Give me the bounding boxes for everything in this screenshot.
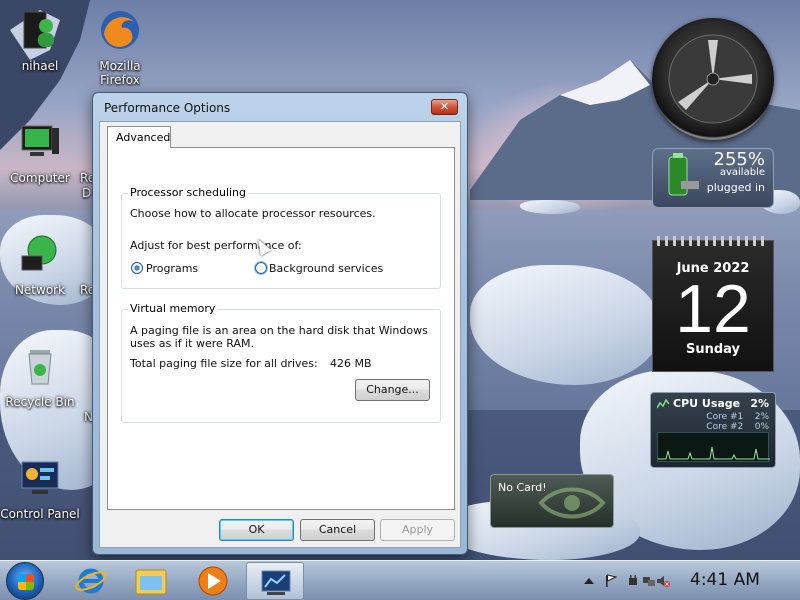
desktop-icon-firefox[interactable]: Mozilla Firefox	[80, 8, 160, 87]
cpu-graph-icon	[657, 399, 669, 409]
apply-button[interactable]: Apply	[380, 519, 455, 541]
cpu-history-graph	[657, 432, 770, 462]
core-label: Core #1	[706, 412, 744, 422]
desktop-icon-network[interactable]: Network	[0, 232, 80, 297]
windows-explorer-icon	[135, 569, 167, 595]
desktop-icon-user[interactable]: nihael	[0, 8, 80, 73]
cancel-button[interactable]: Cancel	[300, 519, 375, 541]
action-center-flag-icon[interactable]	[604, 574, 618, 588]
core-row: Core #1 2%	[706, 412, 769, 422]
desktop-icon-recycle-bin[interactable]: Recycle Bin	[0, 344, 80, 409]
cpu-meter-gadget[interactable]: CPU Usage 2% Core #1 2% Core #2 0%	[650, 392, 776, 468]
nvidia-gadget[interactable]: No Card!	[490, 474, 614, 528]
core-label: Core #2	[706, 422, 744, 432]
desktop-icon-label: Network	[14, 283, 66, 297]
start-button[interactable]	[6, 562, 44, 600]
battery-gadget[interactable]: 255% available plugged in	[652, 148, 774, 208]
performance-options-dialog[interactable]: Performance Options ✕ Advanced Processor…	[92, 92, 468, 555]
calendar-weekday: Sunday	[685, 342, 741, 357]
battery-state: plugged in	[706, 181, 765, 194]
clock-hands-icon	[668, 34, 758, 124]
volume-muted-icon[interactable]	[656, 574, 670, 588]
paging-total-label: Total paging file size for all drives:	[130, 357, 318, 370]
core-value: 0%	[754, 422, 769, 432]
ok-button[interactable]: OK	[219, 519, 294, 541]
desktop-icon-label: Recycle Bin	[5, 395, 75, 409]
battery-status: available	[719, 167, 765, 178]
network-tray-icon[interactable]	[642, 574, 656, 588]
network-icon	[21, 235, 57, 271]
cpu-title: CPU Usage	[673, 397, 741, 410]
paging-total-value: 426 MB	[330, 357, 372, 370]
battery-icon	[668, 153, 699, 196]
core-value: 2%	[754, 412, 769, 422]
dialog-body: Advanced Processor scheduling Choose how…	[99, 121, 461, 548]
desktop-icon-computer[interactable]: Computer	[0, 120, 80, 185]
virtual-memory-description: A paging file is an area on the hard dis…	[130, 324, 428, 350]
group-legend: Processor scheduling	[128, 186, 249, 199]
taskbar-ie[interactable]	[62, 562, 120, 600]
desktop-icon-label: Computer	[10, 171, 70, 185]
cpu-total: 2%	[750, 397, 769, 410]
tab-advanced[interactable]: Advanced	[107, 126, 171, 148]
desktop-icon-label: Control Panel	[0, 507, 80, 521]
user-folder-icon	[23, 11, 54, 49]
clock-gadget[interactable]	[652, 18, 774, 140]
background-services-radio[interactable]	[255, 262, 267, 274]
performance-options-icon	[261, 570, 291, 595]
dialog-title: Performance Options	[104, 101, 231, 115]
show-hidden-icons-icon[interactable]	[582, 574, 596, 588]
taskbar-performance-options[interactable]	[246, 562, 304, 600]
taskbar-explorer[interactable]	[122, 562, 180, 600]
change-button[interactable]: Change...	[355, 379, 430, 401]
media-player-icon	[198, 566, 228, 596]
firefox-icon	[101, 11, 139, 49]
tab-panel-advanced: Processor scheduling Choose how to alloc…	[107, 147, 455, 510]
background-services-label[interactable]: Background services	[269, 262, 383, 275]
windows-logo-icon	[18, 574, 34, 590]
taskbar: 4:41 AM	[0, 560, 800, 600]
close-button[interactable]: ✕	[431, 99, 458, 115]
desktop-icon-control-panel[interactable]: Control Panel	[0, 456, 80, 521]
recycle-bin-icon	[28, 350, 52, 385]
group-legend: Virtual memory	[128, 302, 218, 315]
desktop-icon-label: Mozilla Firefox	[99, 59, 141, 87]
calendar-gadget[interactable]: June 2022 12 Sunday	[652, 236, 774, 372]
processor-description: Choose how to allocate processor resourc…	[130, 207, 376, 220]
computer-icon	[21, 125, 59, 156]
control-panel-icon	[21, 461, 59, 494]
calendar-rings	[657, 236, 769, 246]
internet-explorer-icon	[75, 568, 107, 594]
power-plug-icon[interactable]	[626, 574, 640, 588]
processor-scheduling-group: Processor scheduling Choose how to alloc…	[121, 186, 441, 289]
taskbar-clock[interactable]: 4:41 AM	[690, 570, 760, 590]
adjust-label: Adjust for best performance of:	[130, 239, 302, 252]
core-row: Core #2 0%	[706, 422, 769, 432]
programs-label[interactable]: Programs	[146, 262, 198, 275]
desktop-icon-label: nihael	[21, 59, 59, 73]
programs-radio[interactable]	[131, 262, 143, 274]
nvidia-eye-icon	[538, 487, 606, 519]
calendar-day: 12	[675, 271, 751, 347]
taskbar-media-player[interactable]	[184, 562, 242, 600]
virtual-memory-group: Virtual memory A paging file is an area …	[121, 302, 441, 423]
